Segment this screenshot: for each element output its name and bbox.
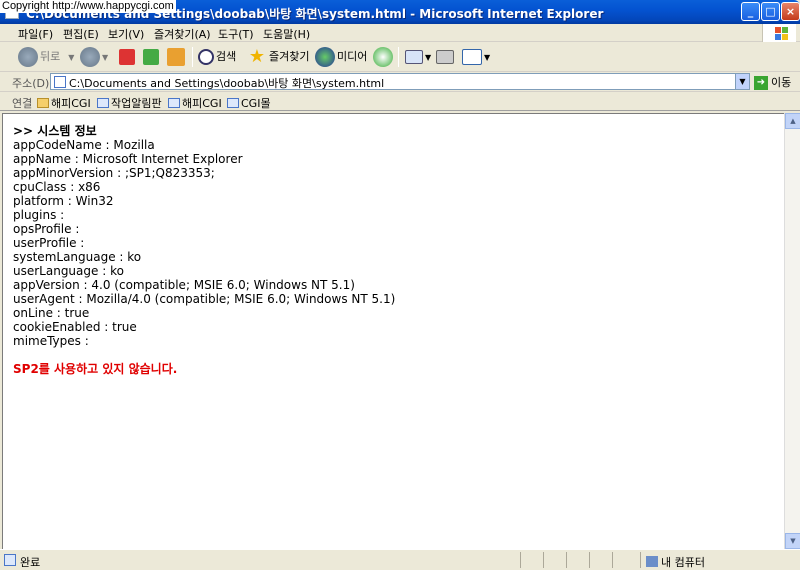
menu-favorites[interactable]: 즐겨찾기(A): [154, 26, 211, 42]
history-button[interactable]: [373, 46, 395, 68]
go-arrow-icon: ➜: [754, 76, 768, 90]
system-info-line: appCodeName : Mozilla: [13, 138, 155, 152]
star-icon: ★: [248, 46, 266, 67]
history-icon: [373, 47, 393, 67]
home-icon: [167, 48, 185, 66]
stop-button[interactable]: [119, 46, 137, 68]
refresh-button[interactable]: [143, 46, 161, 68]
favorites-button[interactable]: ★ 즐겨찾기: [247, 46, 310, 68]
link-happycgi-2[interactable]: 해피CGI: [168, 95, 222, 111]
address-value: C:\Documents and Settings\doobab\바탕 화면\s…: [69, 77, 385, 90]
scroll-down-button[interactable]: ▼: [785, 533, 800, 549]
system-info-line: opsProfile :: [13, 222, 80, 236]
link-work-board[interactable]: 작업알림판: [97, 95, 162, 111]
address-label: 주소(D): [12, 77, 50, 90]
copyright-watermark: Copyright http://www.happycgi.com: [0, 0, 176, 13]
address-dropdown-button[interactable]: ▼: [735, 74, 749, 89]
page-content: >> 시스템 정보 appCodeName : Mozilla appName :…: [2, 113, 784, 549]
menu-tools[interactable]: 도구(T): [218, 26, 254, 42]
status-bar: 완료 내 컴퓨터: [0, 549, 800, 570]
system-info-line: systemLanguage : ko: [13, 250, 142, 264]
done-page-icon: [4, 554, 16, 566]
system-info-line: plugins :: [13, 208, 65, 222]
menu-bar: 파일(F) 편집(E) 보기(V) 즐겨찾기(A) 도구(T) 도움말(H): [0, 24, 800, 42]
menu-file[interactable]: 파일(F): [18, 26, 53, 42]
print-button[interactable]: [436, 46, 456, 68]
back-button[interactable]: 뒤로 ▼: [18, 46, 74, 68]
system-info-line: appName : Microsoft Internet Explorer: [13, 152, 243, 166]
close-button[interactable]: ×: [781, 2, 800, 21]
security-zone: 내 컴퓨터: [646, 554, 705, 570]
system-info-line: userAgent : Mozilla/4.0 (compatible; MSI…: [13, 292, 396, 306]
system-info-line: mimeTypes :: [13, 334, 89, 348]
menu-help[interactable]: 도움말(H): [263, 26, 310, 42]
home-button[interactable]: [167, 46, 187, 68]
menu-view[interactable]: 보기(V): [108, 26, 144, 42]
stop-icon: [119, 49, 135, 65]
page-link-icon: [168, 98, 180, 108]
forward-arrow-icon: [80, 47, 100, 67]
folder-icon: [37, 98, 49, 108]
links-bar: 연결 해피CGI 작업알림판 해피CGI CGI몰: [0, 92, 800, 111]
system-info-heading: >> 시스템 정보: [13, 124, 97, 138]
windows-logo-icon: [762, 24, 796, 42]
page-link-icon: [97, 98, 109, 108]
system-info-line: cpuClass : x86: [13, 180, 101, 194]
edit-button[interactable]: ▼: [462, 46, 490, 68]
scroll-up-button[interactable]: ▲: [785, 113, 800, 129]
system-info-line: onLine : true: [13, 306, 90, 320]
system-info-line: cookieEnabled : true: [13, 320, 137, 334]
link-cgi-mall[interactable]: CGI몰: [227, 95, 271, 111]
media-icon: [315, 47, 335, 67]
system-info-list: appCodeName : Mozilla appName : Microsoft…: [13, 138, 395, 348]
edit-icon: [462, 49, 482, 65]
system-info-line: platform : Win32: [13, 194, 114, 208]
standard-toolbar: 뒤로 ▼ ▼ 검색 ★ 즐겨찾기 미디어 ▼ ▼: [0, 42, 800, 72]
printer-icon: [436, 50, 454, 64]
vertical-scrollbar[interactable]: ▲ ▼: [784, 113, 800, 549]
go-button[interactable]: ➜ 이동: [754, 74, 791, 90]
system-info-line: userProfile :: [13, 236, 85, 250]
system-info-line: appMinorVersion : ;SP1;Q823353;: [13, 166, 215, 180]
refresh-icon: [143, 49, 159, 65]
page-icon: [54, 76, 66, 88]
menu-edit[interactable]: 편집(E): [63, 26, 99, 42]
links-label: 연결: [12, 97, 33, 110]
back-arrow-icon: [18, 47, 38, 67]
address-input[interactable]: C:\Documents and Settings\doobab\바탕 화면\s…: [50, 73, 750, 90]
page-link-icon: [227, 98, 239, 108]
system-info-line: appVersion : 4.0 (compatible; MSIE 6.0; …: [13, 278, 355, 292]
mail-icon: [405, 50, 423, 64]
search-icon: [198, 49, 214, 65]
status-text: 완료: [20, 556, 41, 569]
forward-button[interactable]: ▼: [80, 46, 108, 68]
media-button[interactable]: 미디어: [315, 46, 367, 68]
minimize-button[interactable]: _: [741, 2, 760, 21]
maximize-button[interactable]: □: [761, 2, 780, 21]
sp2-warning: SP2를 사용하고 있지 않습니다.: [13, 362, 178, 376]
system-info-line: userLanguage : ko: [13, 264, 124, 278]
mail-button[interactable]: ▼: [405, 46, 431, 68]
address-bar: 주소(D) C:\Documents and Settings\doobab\바…: [0, 72, 800, 92]
computer-icon: [646, 556, 658, 567]
search-button[interactable]: 검색: [198, 46, 236, 68]
link-happycgi[interactable]: 해피CGI: [37, 95, 91, 111]
